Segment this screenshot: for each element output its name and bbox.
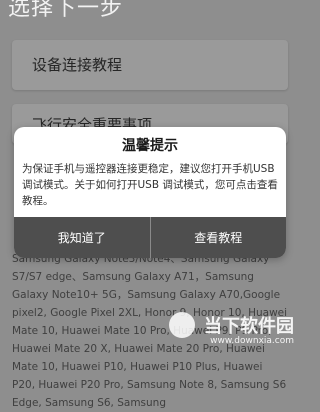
- dialog-button-bar: 我知道了 查看教程: [14, 217, 286, 258]
- usb-debug-dialog: 温馨提示 为保证手机与遥控器连接更稳定，建议您打开手机USB调试模式。关于如何打…: [14, 127, 286, 258]
- watermark-url: www.downxia.com: [210, 336, 294, 346]
- dialog-title: 温馨提示: [122, 138, 178, 154]
- watermark-title: 当下软件园: [204, 316, 294, 337]
- view-tutorial-button[interactable]: 查看教程: [151, 217, 287, 258]
- got-it-button[interactable]: 我知道了: [14, 217, 150, 258]
- dialog-message: 为保证手机与遥控器连接更稳定，建议您打开手机USB调试模式。关于如何打开USB …: [22, 163, 278, 207]
- watermark-logo-icon: [168, 312, 195, 338]
- watermark: 当下软件园 www.downxia.com: [168, 312, 294, 346]
- page-title: 选择下一步: [8, 0, 124, 21]
- option-label: 设备连接教程: [32, 56, 123, 74]
- option-device-connection[interactable]: 设备连接教程: [12, 40, 288, 90]
